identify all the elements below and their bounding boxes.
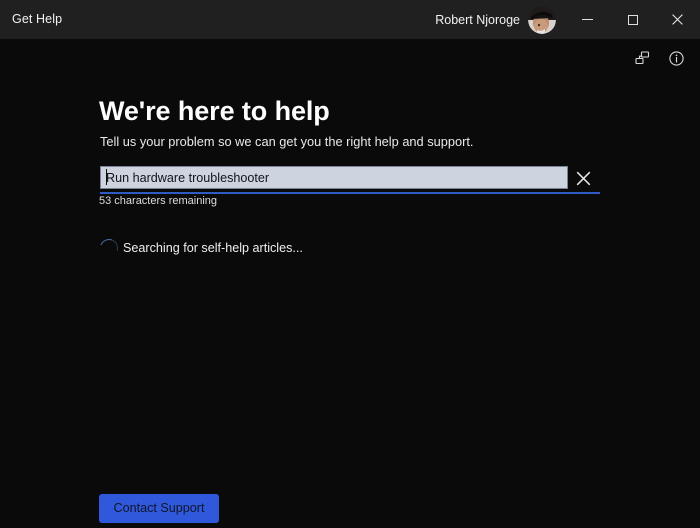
maximize-button[interactable] — [610, 0, 655, 39]
search-input[interactable] — [100, 166, 568, 189]
character-count: 53 characters remaining — [99, 195, 218, 207]
search-field-wrapper — [100, 166, 568, 189]
maximize-icon — [627, 14, 638, 25]
status-text: Searching for self-help articles... — [123, 240, 303, 255]
window-controls — [565, 0, 700, 39]
search-status: Searching for self-help articles... — [97, 236, 303, 260]
close-icon — [576, 171, 591, 186]
app-title: Get Help — [12, 12, 63, 26]
search-row — [100, 163, 600, 194]
contact-support-button[interactable]: Contact Support — [99, 494, 219, 523]
account-name: Robert Njoroge — [435, 12, 520, 27]
minimize-button[interactable] — [565, 0, 610, 39]
clear-search-button[interactable] — [568, 163, 598, 193]
close-icon — [672, 14, 683, 25]
minimize-icon — [582, 19, 593, 20]
close-button[interactable] — [655, 0, 700, 39]
text-caret — [106, 169, 107, 185]
page-title: We're here to help — [99, 96, 330, 126]
avatar[interactable] — [528, 5, 556, 34]
account-button[interactable]: Robert Njoroge — [431, 0, 560, 39]
loading-spinner-icon — [97, 236, 121, 260]
title-bar: Get Help Robert Njoroge — [0, 0, 700, 39]
main-content: We're here to help Tell us your problem … — [0, 39, 700, 528]
page-subtitle: Tell us your problem so we can get you t… — [100, 134, 474, 149]
